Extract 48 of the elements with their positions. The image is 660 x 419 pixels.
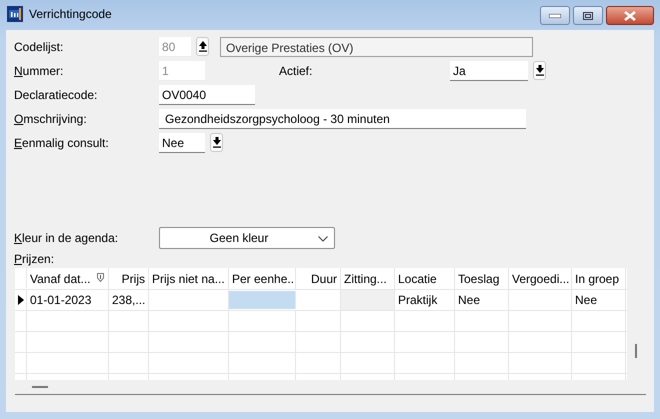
dropdown-button[interactable] (533, 61, 546, 80)
minimize-icon (549, 14, 561, 18)
column-header[interactable]: Toeslag (455, 268, 509, 289)
name-field: Overige Prestaties (OV) (220, 36, 533, 56)
app-icon (7, 6, 23, 22)
close-icon (623, 10, 637, 20)
field-label: Omschrijving: (14, 112, 88, 126)
chevron-down-icon (318, 236, 328, 242)
column-header[interactable]: Locatie (395, 268, 455, 289)
up-arrow-icon (198, 41, 206, 52)
table-cell: Nee (572, 290, 626, 310)
column-header[interactable]: Vergoedi... (509, 268, 572, 289)
dropdown-button[interactable] (210, 133, 223, 152)
description-field[interactable]: Gezondheidszorgpsycholoog - 30 minuten (159, 108, 526, 128)
minimize-button[interactable] (540, 6, 570, 25)
maximize-icon (583, 12, 593, 20)
field-label: Declaratiecode: (14, 88, 98, 102)
column-header[interactable]: Prijs (109, 268, 149, 289)
choice-field[interactable]: Nee (159, 132, 205, 152)
field-label: Codelijst: (14, 40, 64, 54)
window-title: Verrichtingcode (29, 7, 112, 21)
field-label: Eenmalig consult: (14, 136, 110, 150)
table-cell: 01-01-2023 (27, 290, 109, 310)
scrollbar-thumb[interactable] (635, 344, 637, 358)
field-label: Kleur in de agenda: (14, 230, 120, 244)
section-label: Prijzen: (14, 252, 56, 266)
column-header[interactable]: Vanaf dat... (27, 268, 109, 289)
maximize-button[interactable] (573, 6, 603, 25)
sort-icon (97, 273, 104, 282)
down-arrow-icon (536, 65, 544, 76)
column-header[interactable]: Duur (296, 268, 341, 289)
column-header[interactable]: Zitting... (341, 268, 395, 289)
table-cell: Nee (455, 290, 509, 310)
field-label: Nummer: (14, 64, 64, 78)
field-label: Actief: (279, 64, 314, 78)
active-field[interactable]: Ja (450, 60, 528, 80)
code-field[interactable]: OV0040 (159, 84, 255, 104)
color-dropdown[interactable]: Geen kleur (159, 226, 335, 248)
column-header[interactable]: Per eenhe... (229, 268, 296, 289)
table-cell: Praktijk (395, 290, 455, 310)
table-cell: 238,... (109, 290, 149, 310)
column-header[interactable]: Prijs niet na... (149, 268, 229, 289)
current-row-icon (18, 295, 24, 305)
column-header[interactable]: In groep (572, 268, 626, 289)
close-button[interactable] (606, 6, 654, 25)
down-arrow-icon (212, 137, 220, 148)
lookup-button[interactable] (196, 37, 209, 56)
scrollbar-thumb[interactable] (32, 386, 48, 388)
